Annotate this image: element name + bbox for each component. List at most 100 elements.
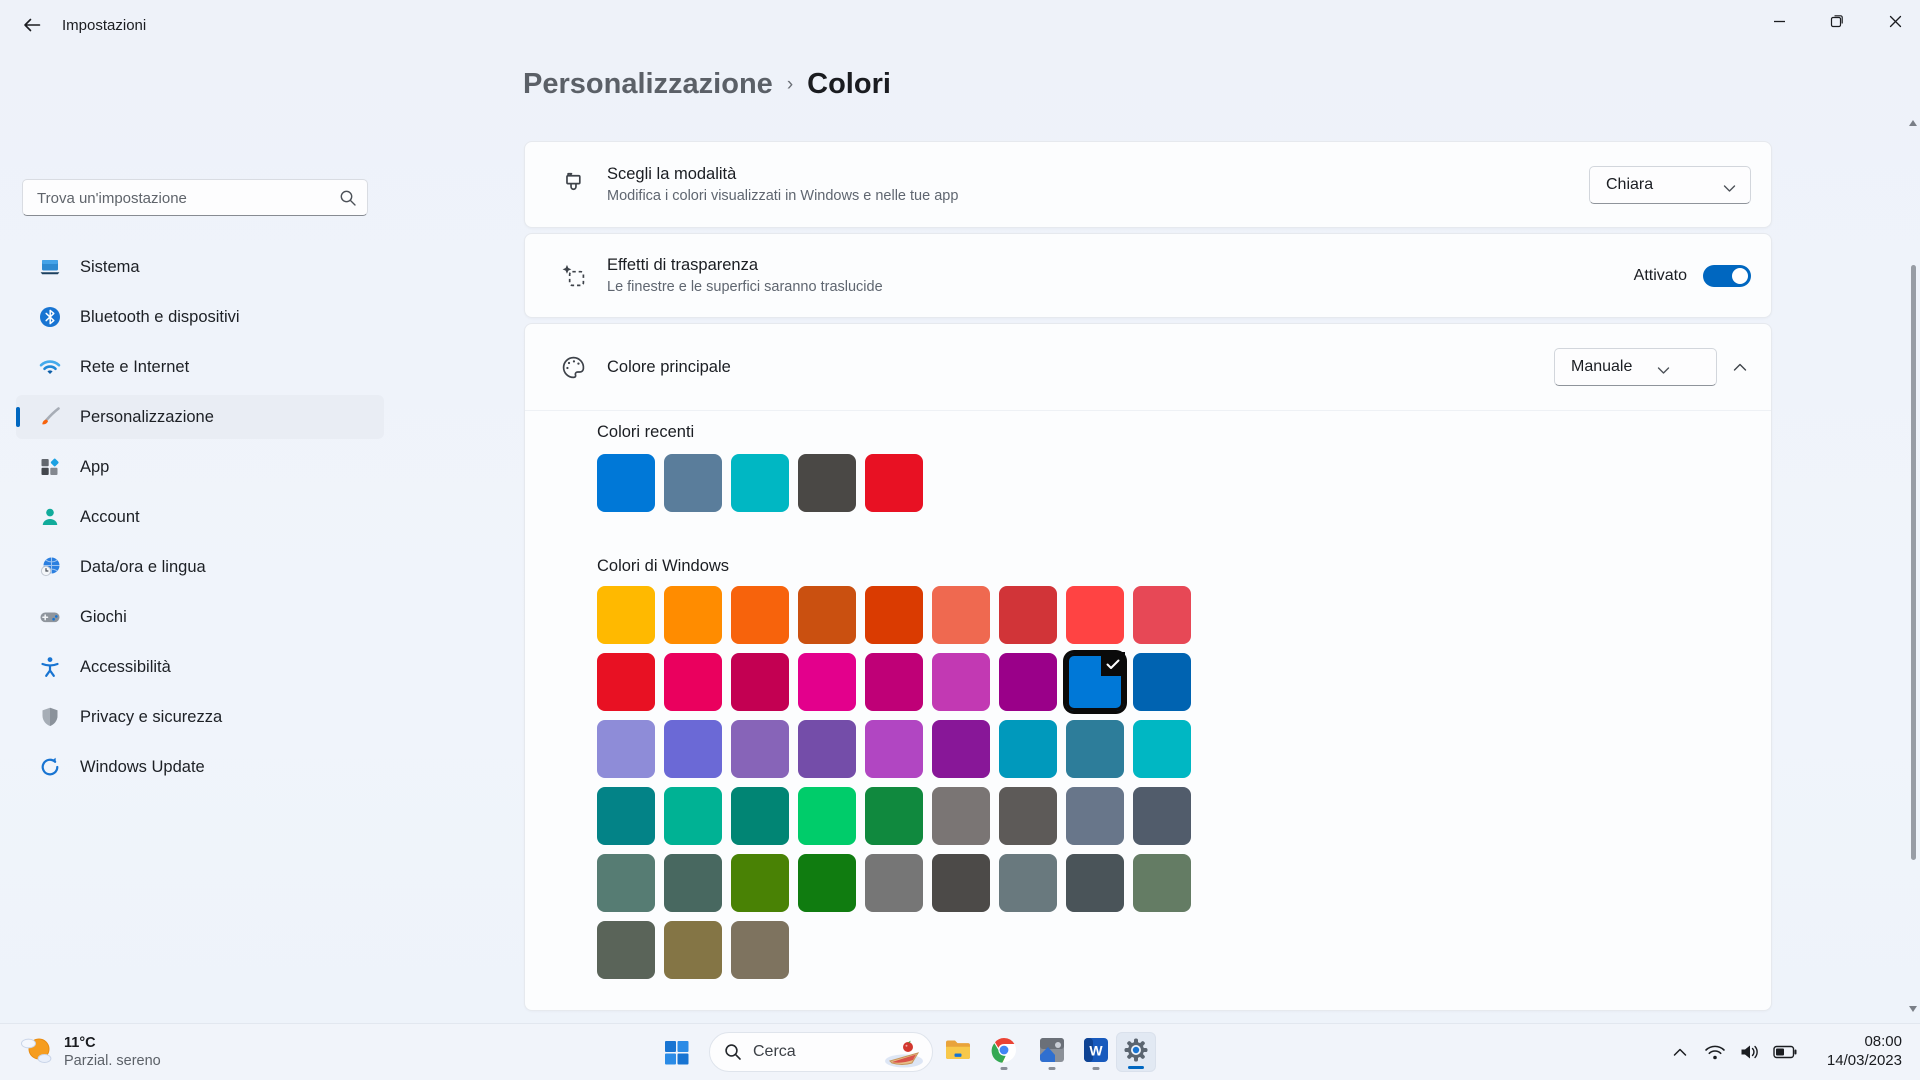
scrollbar-down-arrow-icon[interactable] <box>1909 1006 1917 1012</box>
taskbar-search-box[interactable]: Cerca <box>709 1032 933 1072</box>
windows-color-swatch[interactable] <box>597 720 655 778</box>
volume-icon[interactable] <box>1737 1039 1763 1065</box>
mode-dropdown[interactable]: Chiara <box>1589 166 1751 204</box>
start-button[interactable] <box>656 1032 696 1072</box>
word-taskbar-button[interactable]: W <box>1076 1032 1116 1072</box>
windows-color-swatch[interactable] <box>1133 653 1191 711</box>
windows-color-swatch[interactable] <box>999 586 1057 644</box>
recent-color-swatch[interactable] <box>798 454 856 512</box>
windows-color-swatch[interactable] <box>865 854 923 912</box>
windows-color-swatch[interactable] <box>865 586 923 644</box>
file-explorer-taskbar-button[interactable] <box>938 1032 978 1072</box>
windows-color-swatch[interactable] <box>798 653 856 711</box>
accent-mode-dropdown[interactable]: Manuale <box>1554 348 1717 386</box>
windows-color-swatch[interactable] <box>1133 720 1191 778</box>
windows-color-swatch[interactable] <box>865 720 923 778</box>
scrollbar-up-arrow-icon[interactable] <box>1909 120 1917 126</box>
windows-color-swatch[interactable] <box>597 854 655 912</box>
chevron-up-icon[interactable] <box>1667 1039 1693 1065</box>
windows-color-swatch[interactable] <box>664 720 722 778</box>
windows-color-swatch[interactable] <box>1066 720 1124 778</box>
windows-color-swatch[interactable] <box>798 720 856 778</box>
sidebar-item-personalization[interactable]: Personalizzazione <box>16 395 384 439</box>
windows-color-swatch[interactable] <box>932 653 990 711</box>
windows-color-swatch[interactable] <box>999 720 1057 778</box>
windows-color-swatch[interactable] <box>932 720 990 778</box>
windows-color-swatch[interactable] <box>664 921 722 979</box>
search-input[interactable] <box>35 181 329 216</box>
windows-color-swatch[interactable] <box>798 854 856 912</box>
accent-title: Colore principale <box>607 358 731 377</box>
windows-color-swatch[interactable] <box>999 854 1057 912</box>
recent-color-swatch[interactable] <box>865 454 923 512</box>
recent-color-swatch[interactable] <box>664 454 722 512</box>
sidebar: Sistema Bluetooth e dispositivi Rete e Int… <box>0 50 400 1024</box>
windows-color-swatch[interactable] <box>932 854 990 912</box>
windows-color-swatch[interactable] <box>664 787 722 845</box>
sidebar-item-apps[interactable]: App <box>16 445 384 489</box>
selected-color-swatch[interactable] <box>1066 653 1124 711</box>
transparency-toggle[interactable] <box>1703 265 1751 287</box>
windows-color-swatch[interactable] <box>597 653 655 711</box>
minimize-button[interactable] <box>1754 0 1804 42</box>
sidebar-item-gaming[interactable]: Giochi <box>16 595 384 639</box>
windows-color-swatch[interactable] <box>664 854 722 912</box>
search-highlight-pie-icon[interactable] <box>882 1037 926 1069</box>
back-button[interactable] <box>14 7 50 43</box>
settings-taskbar-button[interactable] <box>1116 1032 1156 1072</box>
windows-color-swatch[interactable] <box>1066 854 1124 912</box>
sidebar-item-privacy[interactable]: Privacy e sicurezza <box>16 695 384 739</box>
windows-color-swatch[interactable] <box>999 787 1057 845</box>
paint-brush-icon <box>559 171 587 199</box>
windows-color-swatch[interactable] <box>865 653 923 711</box>
sidebar-item-update[interactable]: Windows Update <box>16 745 384 789</box>
windows-color-swatch[interactable] <box>731 720 789 778</box>
sidebar-item-account[interactable]: Account <box>16 495 384 539</box>
windows-color-swatch[interactable] <box>798 586 856 644</box>
windows-color-swatch[interactable] <box>1066 787 1124 845</box>
windows-color-swatch[interactable] <box>597 921 655 979</box>
windows-color-swatch[interactable] <box>597 586 655 644</box>
sidebar-item-bluetooth[interactable]: Bluetooth e dispositivi <box>16 295 384 339</box>
windows-color-swatch[interactable] <box>1133 787 1191 845</box>
apps-icon <box>38 455 62 479</box>
windows-color-swatch[interactable] <box>1066 586 1124 644</box>
recent-color-swatch[interactable] <box>731 454 789 512</box>
windows-color-swatch[interactable] <box>932 586 990 644</box>
windows-color-swatch[interactable] <box>999 653 1057 711</box>
photos-taskbar-button[interactable] <box>1032 1032 1072 1072</box>
clock-widget[interactable]: 08:00 14/03/2023 <box>1827 1033 1902 1069</box>
weather-widget[interactable]: 11°C Parzial. sereno <box>12 1031 167 1073</box>
windows-color-swatch[interactable] <box>865 787 923 845</box>
windows-color-swatch[interactable] <box>798 787 856 845</box>
restore-button[interactable] <box>1812 0 1862 42</box>
recent-color-swatch[interactable] <box>597 454 655 512</box>
collapse-section-button[interactable] <box>1725 352 1755 382</box>
running-indicator <box>1049 1067 1056 1070</box>
breadcrumb-parent[interactable]: Personalizzazione <box>523 68 773 101</box>
sidebar-item-network[interactable]: Rete e Internet <box>16 345 384 389</box>
windows-color-swatch[interactable] <box>597 787 655 845</box>
windows-color-swatch[interactable] <box>932 787 990 845</box>
battery-icon[interactable] <box>1772 1039 1798 1065</box>
windows-color-swatch[interactable] <box>731 653 789 711</box>
sidebar-item-system[interactable]: Sistema <box>16 245 384 289</box>
close-button[interactable] <box>1870 0 1920 42</box>
tray-date: 14/03/2023 <box>1827 1052 1902 1069</box>
system-icon <box>38 255 62 279</box>
sidebar-item-datetime[interactable]: Data/ora e lingua <box>16 545 384 589</box>
windows-color-swatch[interactable] <box>731 586 789 644</box>
wifi-icon[interactable] <box>1702 1039 1728 1065</box>
scrollbar[interactable] <box>1909 118 1917 1014</box>
sidebar-item-accessibility[interactable]: Accessibilità <box>16 645 384 689</box>
windows-color-swatch[interactable] <box>1133 586 1191 644</box>
windows-color-swatch[interactable] <box>1133 854 1191 912</box>
settings-search-box[interactable] <box>22 179 368 216</box>
chrome-taskbar-button[interactable] <box>984 1032 1024 1072</box>
scrollbar-thumb[interactable] <box>1911 265 1916 860</box>
windows-color-swatch[interactable] <box>664 653 722 711</box>
windows-color-swatch[interactable] <box>731 921 789 979</box>
windows-color-swatch[interactable] <box>664 586 722 644</box>
windows-color-swatch[interactable] <box>731 787 789 845</box>
windows-color-swatch[interactable] <box>731 854 789 912</box>
